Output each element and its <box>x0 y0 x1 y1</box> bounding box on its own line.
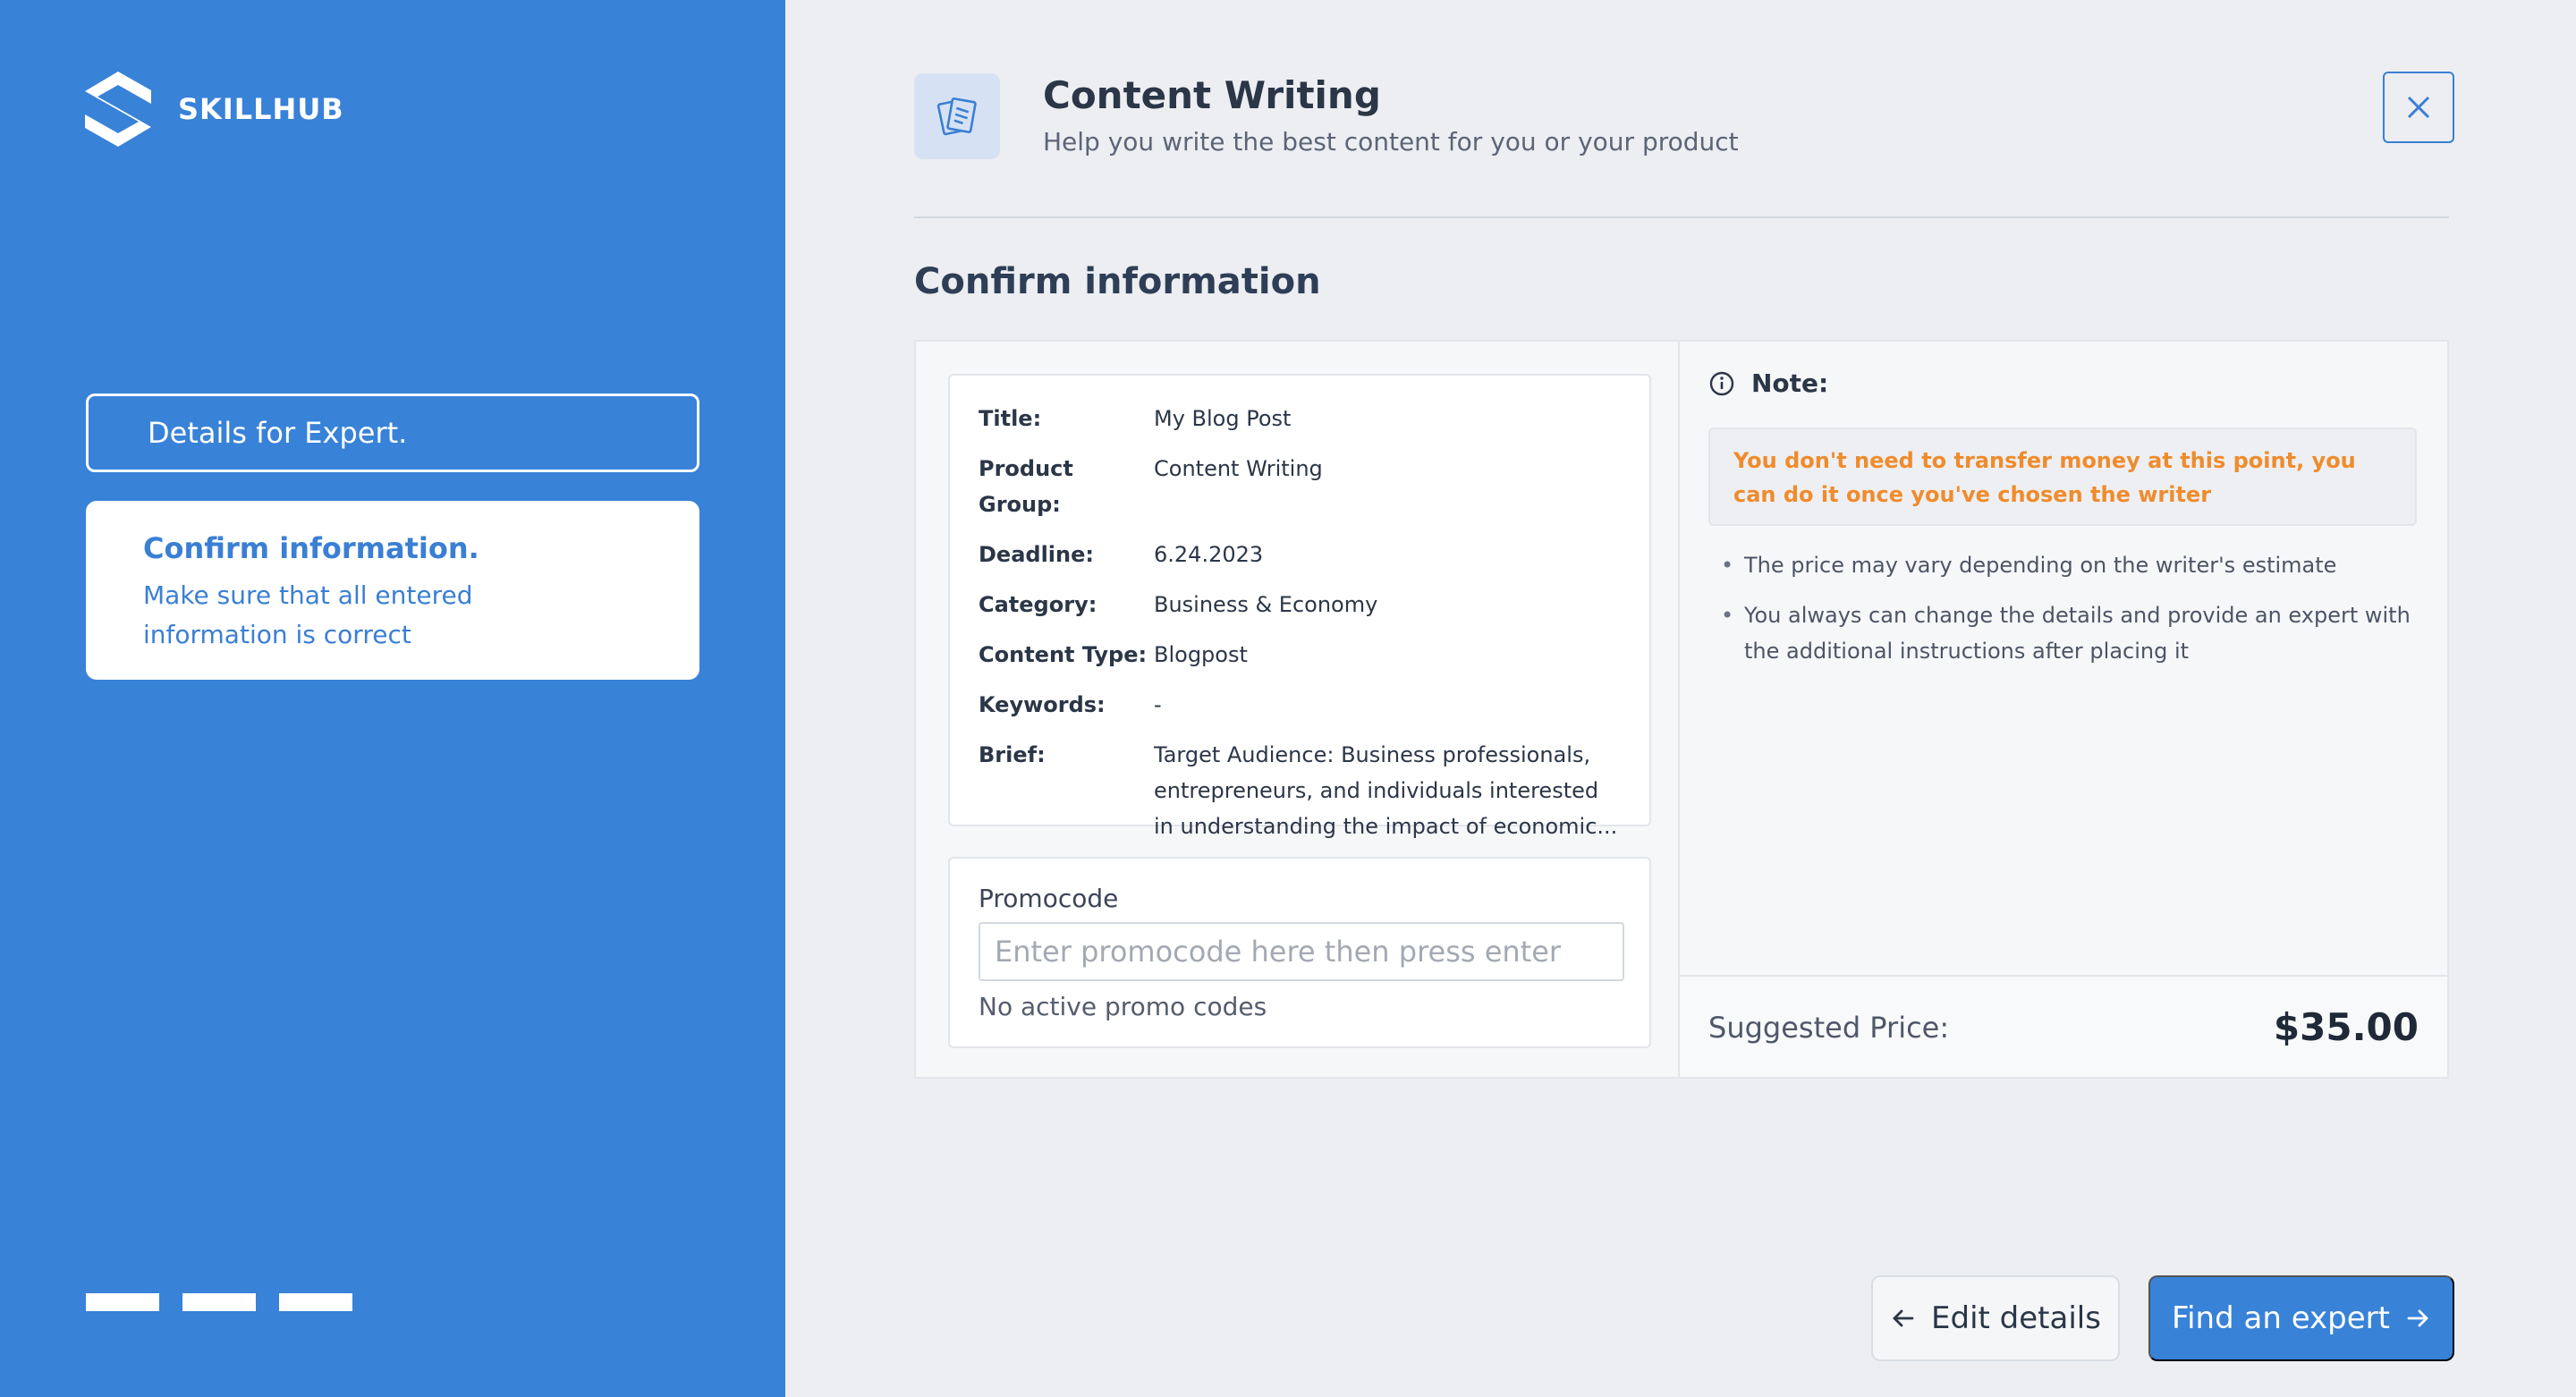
detail-label: Brief: <box>979 742 1046 767</box>
detail-value: Blogpost <box>1154 642 1248 667</box>
price-value: $35.00 <box>2273 1005 2419 1049</box>
list-item: You always can change the details and pr… <box>1708 597 2424 669</box>
detail-row-category: Category: Business & Economy <box>979 587 1621 622</box>
note-heading: Note: <box>1708 368 1828 398</box>
details-panel: Title: My Blog Post Product Group: Conte… <box>916 342 1680 1077</box>
detail-value: Target Audience: Business professionals,… <box>1154 742 1618 839</box>
detail-row-deadline: Deadline: 6.24.2023 <box>979 537 1621 572</box>
note-title: Note: <box>1751 368 1829 398</box>
find-expert-label: Find an expert <box>2172 1300 2390 1336</box>
note-panel: Note: You don't need to transfer money a… <box>1680 342 2447 1077</box>
close-icon <box>2407 96 2430 119</box>
detail-value: My Blog Post <box>1154 406 1292 431</box>
skillhub-logo-icon <box>85 72 151 147</box>
step-description: Make sure that all entered information i… <box>143 580 473 649</box>
close-button[interactable] <box>2383 72 2454 143</box>
documents-icon <box>936 97 977 136</box>
detail-label: Category: <box>979 592 1097 617</box>
page-title: Content Writing <box>1043 73 1381 117</box>
promocode-label: Promocode <box>979 884 1119 913</box>
brand-logo[interactable]: SKILLHUB <box>85 72 344 147</box>
detail-label: Content Type: <box>979 642 1148 667</box>
section-title: Confirm information <box>914 261 1321 302</box>
detail-label: Deadline: <box>979 542 1094 567</box>
step-confirm-information[interactable]: Confirm information. Make sure that all … <box>86 501 699 680</box>
detail-row-keywords: Keywords: - <box>979 687 1621 723</box>
confirm-card: Title: My Blog Post Product Group: Conte… <box>914 340 2449 1079</box>
edit-details-button[interactable]: Edit details <box>1871 1275 2120 1361</box>
detail-row-brief: Brief: Target Audience: Business profess… <box>979 737 1621 844</box>
price-bar: Suggested Price: $35.00 <box>1680 975 2447 1077</box>
details-summary: Title: My Blog Post Product Group: Conte… <box>948 374 1651 839</box>
arrow-right-icon <box>2407 1309 2428 1327</box>
progress-dashes <box>86 1293 352 1311</box>
info-icon <box>1709 371 1734 395</box>
progress-dash <box>279 1293 352 1311</box>
service-icon-tile <box>914 73 1000 159</box>
progress-dash <box>182 1293 256 1311</box>
promocode-input[interactable] <box>979 922 1624 981</box>
step-details-for-expert[interactable]: Details for Expert. <box>86 394 699 472</box>
promocode-box: Promocode No active promo codes <box>948 857 1651 1048</box>
header-divider <box>914 216 2449 218</box>
detail-value: 6.24.2023 <box>1154 542 1264 567</box>
detail-row-product-group: Product Group: Content Writing <box>979 451 1621 522</box>
detail-label: Keywords: <box>979 692 1106 717</box>
detail-value: - <box>1154 692 1162 717</box>
detail-row-content-type: Content Type: Blogpost <box>979 637 1621 673</box>
list-item: The price may vary depending on the writ… <box>1708 547 2424 583</box>
edit-details-label: Edit details <box>1931 1300 2101 1336</box>
detail-label: Product Group: <box>979 456 1073 517</box>
step-title: Details for Expert. <box>148 416 408 450</box>
progress-dash <box>86 1293 159 1311</box>
brand-name: SKILLHUB <box>178 92 344 126</box>
detail-value: Business & Economy <box>1154 592 1378 617</box>
detail-value: Content Writing <box>1154 456 1323 481</box>
step-title: Confirm information. <box>143 531 479 565</box>
find-expert-button[interactable]: Find an expert <box>2148 1275 2454 1361</box>
detail-row-title: Title: My Blog Post <box>979 401 1621 436</box>
payment-warning: You don't need to transfer money at this… <box>1708 428 2417 526</box>
detail-label: Title: <box>979 406 1042 431</box>
note-list: The price may vary depending on the writ… <box>1708 547 2424 683</box>
arrow-left-icon <box>1893 1309 1914 1327</box>
page-subtitle: Help you write the best content for you … <box>1043 127 1739 157</box>
sidebar: SKILLHUB Details for Expert. Confirm inf… <box>0 0 785 1397</box>
promocode-status: No active promo codes <box>979 992 1267 1021</box>
price-label: Suggested Price: <box>1708 1011 1950 1045</box>
